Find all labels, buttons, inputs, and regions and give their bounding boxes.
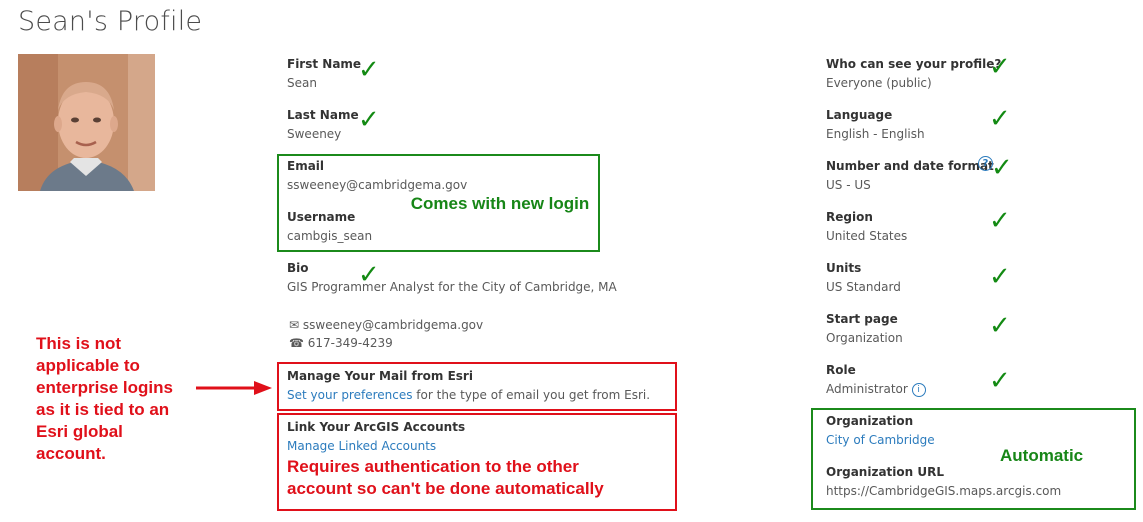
last-name-value: Sweeney <box>287 127 342 141</box>
region-value: United States <box>826 229 908 243</box>
bio-value: GIS Programmer Analyst for the City of C… <box>287 280 617 294</box>
language-value: English - English <box>826 127 925 141</box>
units-value: US Standard <box>826 280 901 294</box>
page-title: Sean's Profile <box>18 6 203 37</box>
not-applicable-line-6: account. <box>36 444 106 463</box>
manage-linked-accounts-link[interactable]: Manage Linked Accounts <box>287 439 436 453</box>
check-icon: ✓ <box>989 311 1011 341</box>
units-label: Units <box>826 261 862 275</box>
contact-phone: ☎ 617-349-4239 <box>289 336 393 350</box>
username-value: cambgis_sean <box>287 229 373 243</box>
info-icon[interactable]: i <box>911 382 926 397</box>
check-icon: ✓ <box>989 52 1011 82</box>
region-label: Region <box>826 210 873 224</box>
not-applicable-line-3: enterprise logins <box>36 378 173 397</box>
requires-auth-line-2: account so can't be done automatically <box>287 479 604 498</box>
set-preferences-link[interactable]: Set your preferences <box>287 388 412 402</box>
visibility-label: Who can see your profile? <box>826 57 1002 71</box>
start-page-value: Organization <box>826 331 903 345</box>
check-icon: ✓ <box>358 55 380 85</box>
check-icon: ✓ <box>991 153 1013 183</box>
mail-icon: ✉ <box>289 318 300 332</box>
check-icon: ✓ <box>358 105 380 135</box>
contact-email-text: ssweeney@cambridgema.gov <box>302 318 484 332</box>
contact-email: ✉ ssweeney@cambridgema.gov <box>289 318 483 332</box>
first-name-value: Sean <box>287 76 317 90</box>
avatar[interactable] <box>18 54 155 191</box>
check-icon: ✓ <box>989 262 1011 292</box>
automatic-annotation: Automatic <box>1000 446 1084 465</box>
not-applicable-line-1: This is not <box>36 334 121 353</box>
role-label: Role <box>826 363 856 377</box>
check-icon: ✓ <box>358 260 380 290</box>
email-label: Email <box>287 159 325 173</box>
arrow-icon <box>196 381 272 395</box>
organization-url-label: Organization URL <box>826 465 944 479</box>
organization-url-value: https://CambridgeGIS.maps.arcgis.com <box>826 484 1062 498</box>
link-accounts-label: Link Your ArcGIS Accounts <box>287 420 466 434</box>
check-icon: ✓ <box>989 104 1011 134</box>
username-label: Username <box>287 210 356 224</box>
check-icon: ✓ <box>989 366 1011 396</box>
not-applicable-line-5: Esri global <box>36 422 123 441</box>
role-value: Administrator <box>826 382 908 396</box>
manage-mail-label: Manage Your Mail from Esri <box>287 369 473 383</box>
avatar-photo <box>18 54 155 191</box>
start-page-label: Start page <box>826 312 898 326</box>
format-value: US - US <box>826 178 871 192</box>
last-name-label: Last Name <box>287 108 359 122</box>
contact-phone-text: 617-349-4239 <box>307 336 393 350</box>
new-login-annotation: Comes with new login <box>410 194 590 213</box>
organization-link[interactable]: City of Cambridge <box>826 433 935 447</box>
email-value: ssweeney@cambridgema.gov <box>287 178 468 192</box>
not-applicable-line-2: applicable to <box>36 356 140 375</box>
bio-label: Bio <box>287 261 309 275</box>
not-applicable-line-4: as it is tied to an <box>36 400 170 419</box>
check-icon: ✓ <box>989 206 1011 236</box>
first-name-label: First Name <box>287 57 362 71</box>
language-label: Language <box>826 108 893 122</box>
not-applicable-annotation: This is not applicable to enterprise log… <box>36 333 173 465</box>
visibility-value: Everyone (public) <box>826 76 932 90</box>
manage-mail-text: for the type of email you get from Esri. <box>412 388 651 402</box>
organization-label: Organization <box>826 414 914 428</box>
requires-auth-line-1: Requires authentication to the other <box>287 457 579 476</box>
phone-icon: ☎ <box>289 336 304 350</box>
format-label: Number and date format <box>826 159 994 173</box>
role-row: Administrator i <box>826 382 926 397</box>
manage-mail-row: Set your preferences for the type of ema… <box>287 388 650 402</box>
